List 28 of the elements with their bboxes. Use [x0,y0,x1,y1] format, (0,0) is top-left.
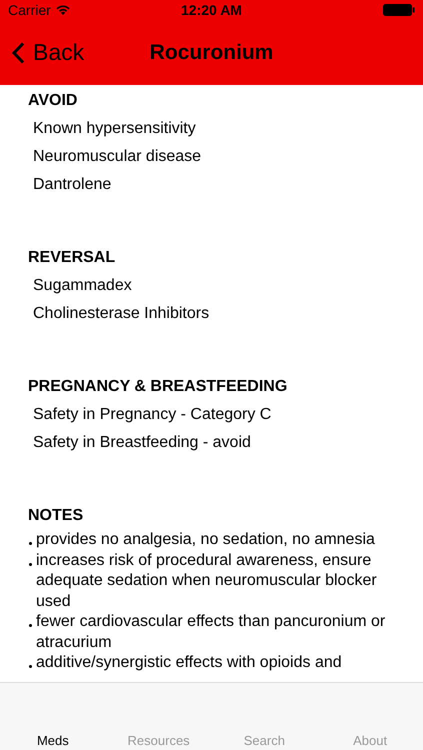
carrier-name: Carrier [8,2,51,18]
bullet-icon [29,542,32,545]
list-item: Safety in Breastfeeding - avoid [32,433,252,453]
list-item: Safety in Pregnancy - Category C [32,405,272,425]
list-item: Dantrolene [32,175,112,195]
screen-title: Rocuronium [150,40,274,64]
back-chevron-icon [12,42,25,64]
tab[interactable]: Search [212,733,318,748]
section-heading: REVERSAL [27,248,116,268]
section-heading: AVOID [27,91,78,111]
note-text: provides no analgesia, no sedation, no amnesia [36,530,375,550]
section-heading: NOTES [27,506,84,526]
tab[interactable]: About [317,733,423,748]
tab[interactable]: Resources [106,733,212,748]
section-heading: PREGNANCY & BREASTFEEDING [27,377,288,397]
list-item: Neuromuscular disease [32,147,202,167]
list-item: Sugammadex [32,276,133,296]
battery-icon [383,4,415,16]
list-item: Cholinesterase Inhibitors [32,304,210,324]
wifi-icon [54,4,71,16]
list-item: Known hypersensitivity [32,119,197,139]
bullet-icon [29,624,32,627]
tab[interactable]: Meds [0,733,106,748]
bullet-icon [29,665,32,668]
back-button[interactable]: Back [0,39,84,66]
status-time: 12:20 AM [181,2,242,18]
note-text: additive/synergistic effects with opioids and [36,653,342,673]
bullet-icon [29,562,32,566]
